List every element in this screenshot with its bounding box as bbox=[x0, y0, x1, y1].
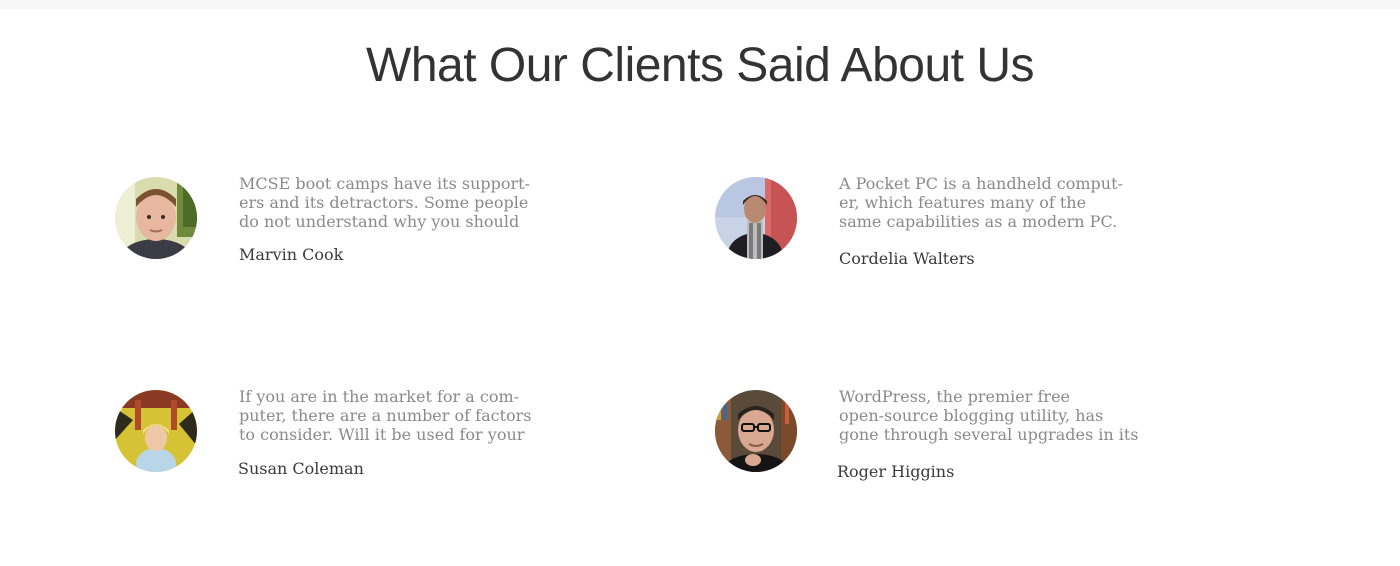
avatar-young-man-icon bbox=[115, 177, 197, 259]
testimonial-author: Susan Coleman bbox=[238, 459, 364, 478]
top-strip bbox=[0, 0, 1400, 9]
testimonial-quote: MCSE boot camps have its support- ers an… bbox=[239, 174, 530, 231]
avatar-woman-scarf-icon bbox=[715, 177, 797, 259]
avatar-man-glasses-icon bbox=[715, 390, 797, 472]
section-title: What Our Clients Said About Us bbox=[366, 39, 1034, 92]
testimonial-card: A Pocket PC is a handheld comput- er, wh… bbox=[715, 174, 1275, 287]
avatar-girl-yellow-icon bbox=[115, 390, 197, 472]
testimonial-quote: A Pocket PC is a handheld comput- er, wh… bbox=[839, 174, 1123, 231]
testimonial-card: If you are in the market for a com- pute… bbox=[115, 387, 675, 500]
testimonial-author: Cordelia Walters bbox=[839, 249, 975, 268]
testimonial-author: Marvin Cook bbox=[239, 245, 344, 264]
testimonial-quote: If you are in the market for a com- pute… bbox=[239, 387, 532, 444]
testimonial-author: Roger Higgins bbox=[837, 462, 955, 481]
testimonial-card: MCSE boot camps have its support- ers an… bbox=[115, 174, 675, 287]
testimonial-quote: WordPress, the premier free open-source … bbox=[839, 387, 1139, 444]
testimonial-card: WordPress, the premier free open-source … bbox=[715, 387, 1275, 500]
